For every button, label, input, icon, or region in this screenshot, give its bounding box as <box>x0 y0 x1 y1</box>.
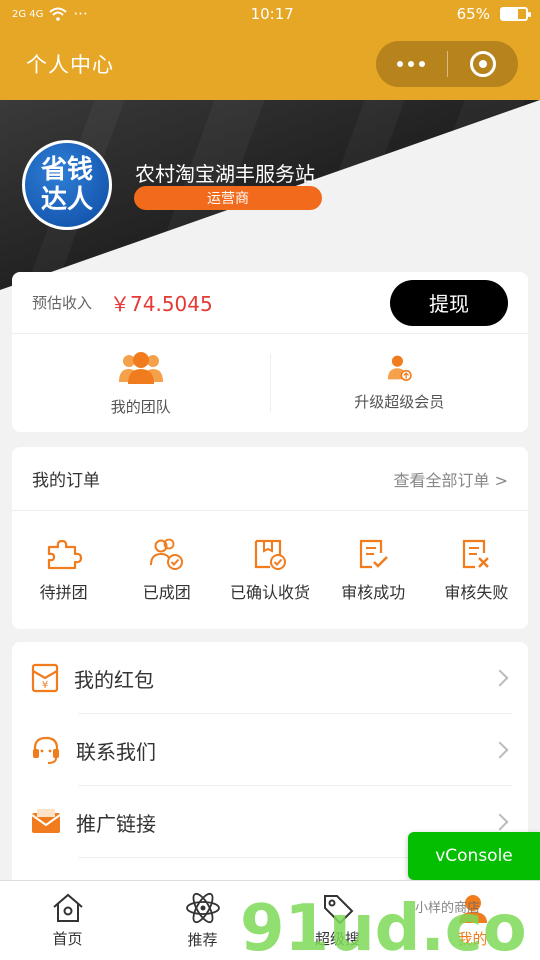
team-icon <box>118 351 163 384</box>
upgrade-vip-label: 升级超级会员 <box>354 393 445 411</box>
tab-mine[interactable]: 我的 <box>405 881 540 960</box>
doc-x-icon <box>463 539 490 569</box>
order-review-failed[interactable]: 审核失败 <box>425 511 528 629</box>
chevron-right-icon <box>491 741 509 759</box>
chevron-right-icon <box>491 669 509 687</box>
withdraw-button[interactable]: 提现 <box>390 279 508 326</box>
tab-home[interactable]: 首页 <box>0 881 135 960</box>
orders-card: 我的订单 查看全部订单 > 待拼团 已成团 已确认收货 审核成功 审核失败 <box>12 447 528 629</box>
role-badge: 运营商 <box>134 186 322 210</box>
signal-indicator: 2G 4G <box>12 8 44 20</box>
headset-icon <box>33 736 59 764</box>
doc-check-icon <box>360 539 389 569</box>
avatar-text-bottom: 达人 <box>40 185 93 215</box>
order-pending-group-label: 待拼团 <box>39 583 88 602</box>
order-received-label: 已确认收货 <box>230 583 311 602</box>
view-all-orders-link[interactable]: 查看全部订单 > <box>394 467 509 491</box>
menu-label-red-envelope: 我的红包 <box>74 667 154 692</box>
wifi-icon <box>49 7 68 21</box>
battery-level <box>501 9 518 19</box>
order-grouped-label: 已成团 <box>142 583 191 602</box>
mini-program-capsule <box>376 41 518 87</box>
income-label: 预估收入 <box>32 294 93 312</box>
envelope-icon <box>31 809 61 833</box>
tab-bar: 首页 推荐 超级搜 我的 <box>0 880 540 960</box>
avatar[interactable]: 省钱 达人 <box>22 140 112 230</box>
profile-banner: 省钱 达人 农村淘宝湖丰服务站 运营商 <box>0 100 540 290</box>
page-title: 个人中心 <box>26 53 114 77</box>
order-review-success-label: 审核成功 <box>341 583 406 602</box>
order-received[interactable]: 已确认收货 <box>218 511 321 629</box>
order-review-success[interactable]: 审核成功 <box>322 511 425 629</box>
tab-mine-label: 我的 <box>457 930 488 948</box>
menu-label-contact: 联系我们 <box>76 739 156 764</box>
tab-super-search-label: 超级搜 <box>314 930 360 948</box>
battery-icon <box>499 7 531 21</box>
tab-home-label: 首页 <box>52 930 83 948</box>
my-team-button[interactable]: 我的团队 <box>12 334 270 432</box>
income-value: ￥74.5045 <box>110 292 213 316</box>
battery-percent: 65% <box>456 5 490 23</box>
income-card: 预估收入 ￥74.5045 提现 我的团队 升级超级会员 <box>12 272 528 432</box>
tab-recommend[interactable]: 推荐 <box>135 881 270 960</box>
puzzle-icon <box>47 539 82 570</box>
menu-item-contact[interactable]: 联系我们 <box>12 714 528 786</box>
tag-icon <box>323 895 353 924</box>
order-review-failed-label: 审核失败 <box>444 583 509 602</box>
more-menu-button[interactable] <box>376 61 447 67</box>
atom-icon <box>185 892 220 924</box>
tab-super-search[interactable]: 超级搜 <box>270 881 405 960</box>
avatar-text-top: 省钱 <box>40 155 93 185</box>
menu-item-red-envelope[interactable]: ¥ 我的红包 <box>12 642 528 714</box>
order-pending-group[interactable]: 待拼团 <box>12 511 115 629</box>
top-bar: 2G 4G ··· 10:17 65% 个人中心 <box>0 0 540 100</box>
red-envelope-icon: ¥ <box>31 663 59 693</box>
status-more: ··· <box>73 5 88 23</box>
shop-name: 农村淘宝湖丰服务站 <box>135 162 315 186</box>
close-mini-program-button[interactable] <box>448 51 519 77</box>
chevron-right-icon <box>491 813 509 831</box>
orders-title: 我的订单 <box>32 471 100 491</box>
upgrade-vip-button[interactable]: 升级超级会员 <box>269 354 529 412</box>
svg-text:¥: ¥ <box>42 680 48 691</box>
vconsole-button[interactable]: vConsole <box>408 832 540 880</box>
target-icon <box>469 51 496 77</box>
user-icon <box>458 895 487 923</box>
my-team-label: 我的团队 <box>110 397 171 416</box>
status-bar: 2G 4G ··· 10:17 65% <box>0 0 540 28</box>
group-done-icon <box>149 538 183 570</box>
order-grouped[interactable]: 已成团 <box>115 511 218 629</box>
clock: 10:17 <box>250 5 294 23</box>
menu-label-promo-link: 推广链接 <box>76 811 156 836</box>
tab-recommend-label: 推荐 <box>187 931 218 949</box>
box-check-icon <box>254 539 286 570</box>
vip-upgrade-icon <box>388 355 412 381</box>
home-icon <box>52 893 83 922</box>
